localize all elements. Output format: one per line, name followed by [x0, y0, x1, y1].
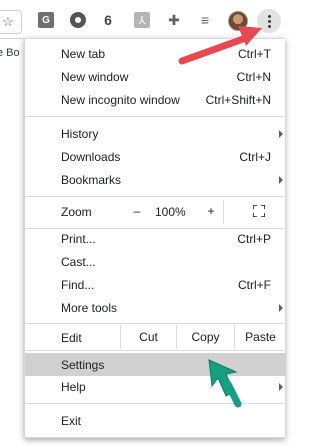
- menu-separator: [25, 350, 286, 351]
- menu-item-label: Exit: [61, 414, 82, 428]
- extension-circle-icon[interactable]: [70, 12, 86, 28]
- zoom-row: Zoom – 100% +: [25, 200, 286, 224]
- menu-item-downloads[interactable]: Downloads Ctrl+J: [25, 146, 286, 168]
- bookmark-bar-item[interactable]: e Bo: [0, 47, 20, 59]
- menu-item-label: Bookmarks: [61, 173, 122, 187]
- submenu-arrow-icon: [279, 176, 283, 184]
- menu-item-label: Find...: [61, 278, 95, 292]
- copy-button[interactable]: Copy: [176, 325, 234, 349]
- menu-item-bookmarks[interactable]: Bookmarks: [25, 169, 286, 191]
- menu-item-label: Settings: [61, 357, 105, 372]
- zoom-out-button[interactable]: –: [129, 204, 145, 218]
- menu-item-cast[interactable]: Cast...: [25, 251, 286, 273]
- kebab-dot-icon: [267, 14, 271, 18]
- menu-item-shortcut: Ctrl+F: [238, 278, 271, 292]
- menu-item-label: Print...: [61, 232, 96, 246]
- zoom-in-button[interactable]: +: [203, 204, 219, 218]
- extension-flame-icon[interactable]: 6: [100, 12, 116, 28]
- menu-separator: [25, 196, 286, 197]
- menu-item-label: Cast...: [61, 255, 96, 269]
- menu-item-new-window[interactable]: New window Ctrl+N: [25, 66, 286, 88]
- menu-item-shortcut: Ctrl+N: [236, 70, 271, 84]
- chrome-menu: New tab Ctrl+T New window Ctrl+N New inc…: [24, 38, 286, 438]
- menu-item-find[interactable]: Find... Ctrl+F: [25, 274, 286, 296]
- star-icon: ☆: [2, 14, 14, 29]
- menu-item-new-tab[interactable]: New tab Ctrl+T: [25, 43, 286, 65]
- menu-item-label: New incognito window: [61, 93, 180, 107]
- submenu-arrow-icon: [279, 304, 283, 312]
- reading-list-icon[interactable]: ≡: [197, 12, 213, 28]
- extension-g-icon[interactable]: G: [38, 12, 54, 28]
- submenu-arrow-icon: [279, 383, 283, 391]
- menu-item-new-incognito-window[interactable]: New incognito window Ctrl+Shift+N: [25, 89, 286, 111]
- menu-item-history[interactable]: History: [25, 123, 286, 145]
- profile-avatar[interactable]: [228, 11, 248, 31]
- menu-item-label: History: [61, 127, 99, 141]
- menu-item-shortcut: Ctrl+P: [237, 232, 271, 246]
- extensions-puzzle-icon[interactable]: ✚: [166, 12, 182, 28]
- kebab-dot-icon: [267, 19, 271, 23]
- menu-item-label: Help: [61, 380, 86, 394]
- bookmark-star-button[interactable]: ☆: [0, 10, 22, 34]
- menu-item-exit[interactable]: Exit: [25, 410, 286, 432]
- zoom-level: 100%: [155, 205, 186, 219]
- paste-button[interactable]: Paste: [234, 325, 286, 349]
- browser-toolbar: ☆ G 6 ⅄ ✚ ≡: [0, 0, 285, 39]
- zoom-divider: [223, 200, 224, 224]
- menu-item-print[interactable]: Print... Ctrl+P: [25, 228, 286, 250]
- menu-item-shortcut: Ctrl+Shift+N: [205, 93, 271, 107]
- chrome-menu-button[interactable]: [257, 9, 281, 33]
- kebab-dot-icon: [267, 24, 271, 28]
- cut-button[interactable]: Cut: [120, 325, 176, 349]
- menu-item-settings[interactable]: Settings: [25, 353, 286, 376]
- menu-separator: [25, 323, 286, 324]
- menu-item-label: New window: [61, 70, 129, 84]
- menu-item-label: New tab: [61, 47, 106, 61]
- edit-label: Edit: [61, 331, 82, 345]
- menu-item-label: Downloads: [61, 150, 121, 164]
- menu-item-help[interactable]: Help: [25, 376, 286, 398]
- menu-item-shortcut: Ctrl+T: [238, 47, 271, 61]
- extension-pdf-icon[interactable]: ⅄: [134, 12, 150, 28]
- submenu-arrow-icon: [279, 130, 283, 138]
- menu-item-shortcut: Ctrl+J: [239, 150, 271, 164]
- zoom-label: Zoom: [61, 205, 92, 219]
- fullscreen-icon[interactable]: [253, 205, 265, 217]
- menu-separator: [25, 403, 286, 404]
- menu-item-more-tools[interactable]: More tools: [25, 297, 286, 319]
- menu-item-label: More tools: [61, 301, 118, 315]
- menu-separator: [25, 116, 286, 117]
- edit-row: Edit Cut Copy Paste: [25, 325, 286, 349]
